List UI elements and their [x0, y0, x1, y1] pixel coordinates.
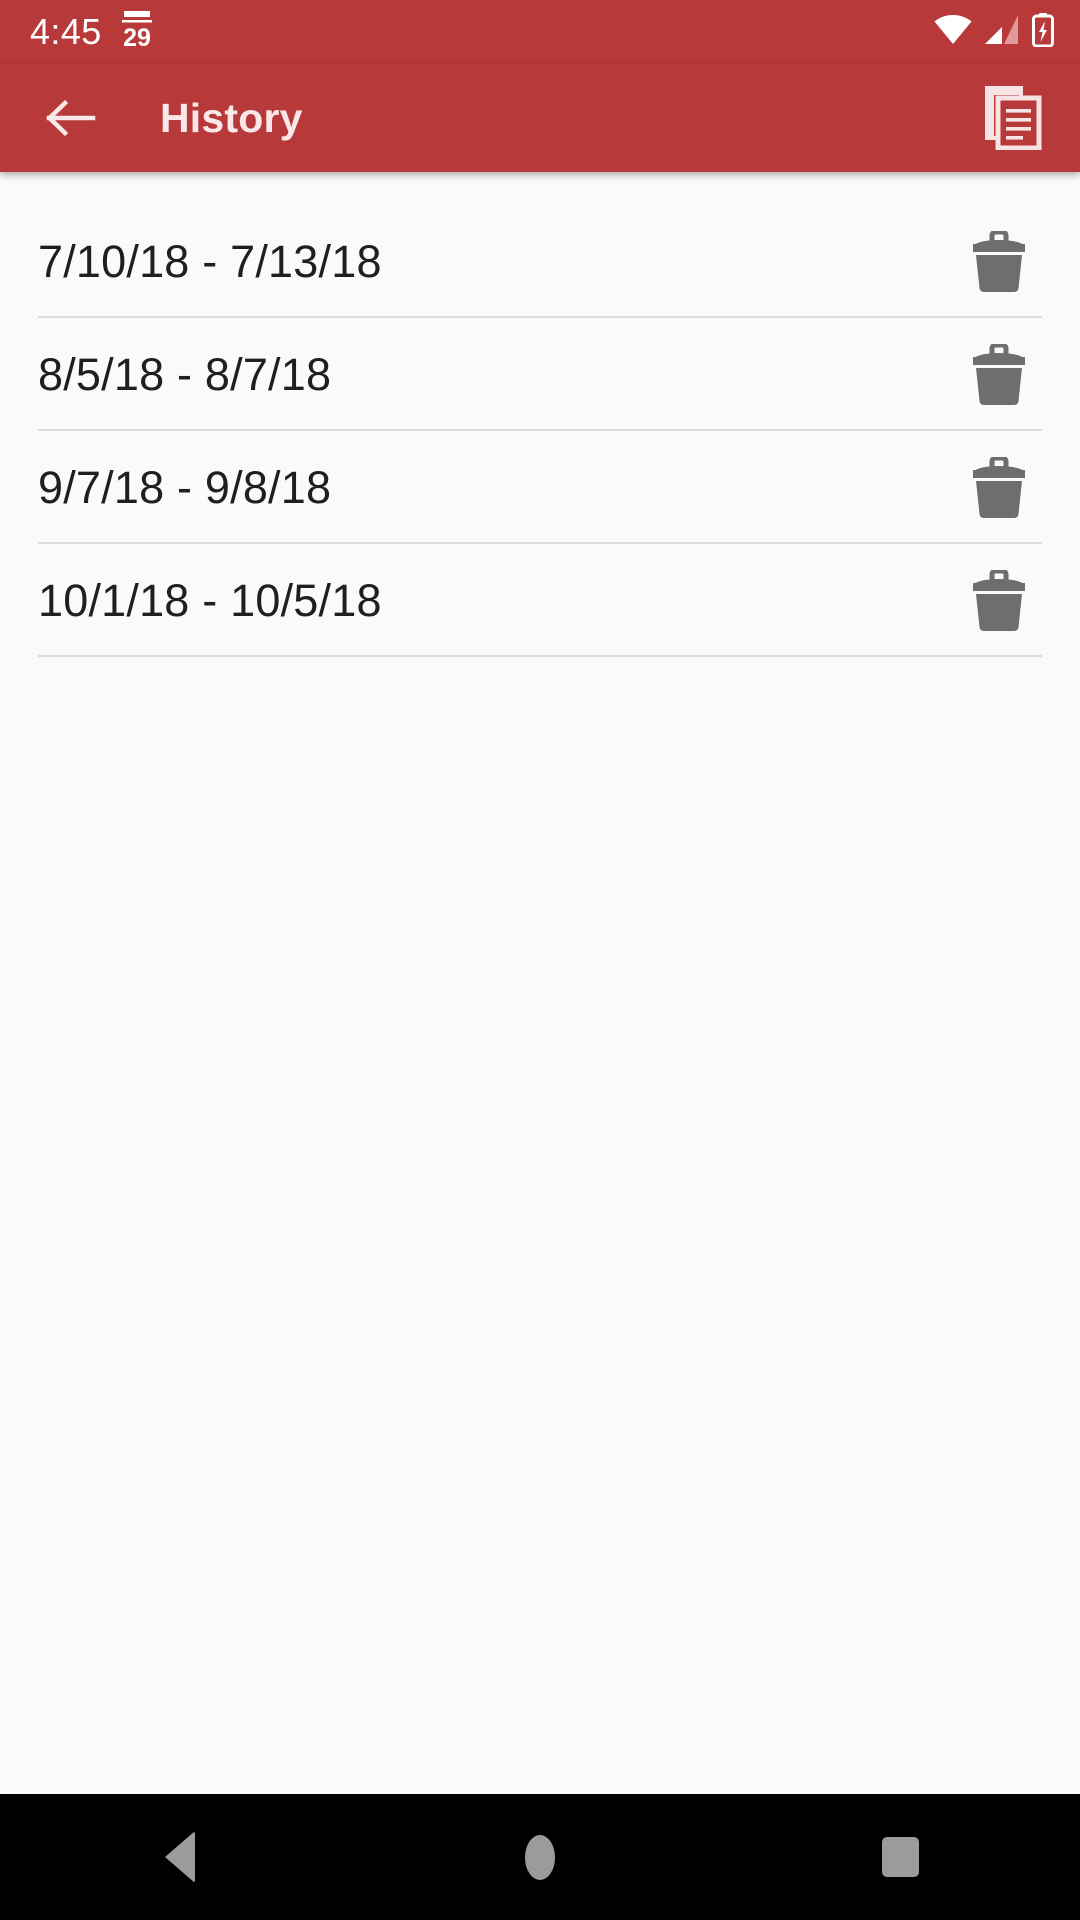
trash-icon[interactable] [956, 445, 1042, 531]
home-circle-icon [525, 1834, 555, 1880]
list-item[interactable]: 7/10/18 - 7/13/18 [0, 205, 1080, 318]
list-item[interactable]: 10/1/18 - 10/5/18 [0, 544, 1080, 657]
list-divider [38, 655, 1042, 657]
wifi-icon [934, 14, 972, 50]
history-list: 7/10/18 - 7/13/18 8/5/18 - 8/7/18 9/7/18… [0, 172, 1080, 1794]
nav-back-button[interactable] [0, 1794, 360, 1920]
page-title: History [160, 94, 303, 141]
svg-text:29: 29 [123, 24, 151, 49]
status-bar-right [934, 12, 1054, 52]
list-item-label: 8/5/18 - 8/7/18 [38, 348, 332, 400]
recents-square-icon [881, 1837, 919, 1877]
status-bar-left: 4:45 29 [30, 10, 154, 54]
app-bar: History [0, 64, 1080, 172]
nav-recents-button[interactable] [720, 1794, 1080, 1920]
trash-icon[interactable] [956, 332, 1042, 418]
trash-icon[interactable] [956, 219, 1042, 305]
calendar-29-icon: 29 [120, 10, 154, 54]
list-item[interactable]: 8/5/18 - 8/7/18 [0, 318, 1080, 431]
list-item-label: 7/10/18 - 7/13/18 [38, 235, 382, 287]
battery-charging-icon [1032, 12, 1054, 52]
cellular-signal-icon [985, 14, 1019, 50]
list-item-label: 9/7/18 - 9/8/18 [38, 461, 332, 513]
status-bar-clock: 4:45 [30, 11, 102, 52]
copy-documents-icon[interactable] [974, 79, 1052, 157]
list-item[interactable]: 9/7/18 - 9/8/18 [0, 431, 1080, 544]
status-bar: 4:45 29 [0, 0, 1080, 64]
trash-icon[interactable] [956, 558, 1042, 644]
phone-screen: 4:45 29 History 7/10/18 - 7/13/18 8/5/18… [0, 0, 1080, 1920]
back-arrow-icon[interactable] [38, 85, 104, 151]
nav-home-button[interactable] [360, 1794, 720, 1920]
back-triangle-icon [165, 1831, 195, 1883]
android-navigation-bar [0, 1794, 1080, 1920]
list-item-label: 10/1/18 - 10/5/18 [38, 574, 382, 626]
